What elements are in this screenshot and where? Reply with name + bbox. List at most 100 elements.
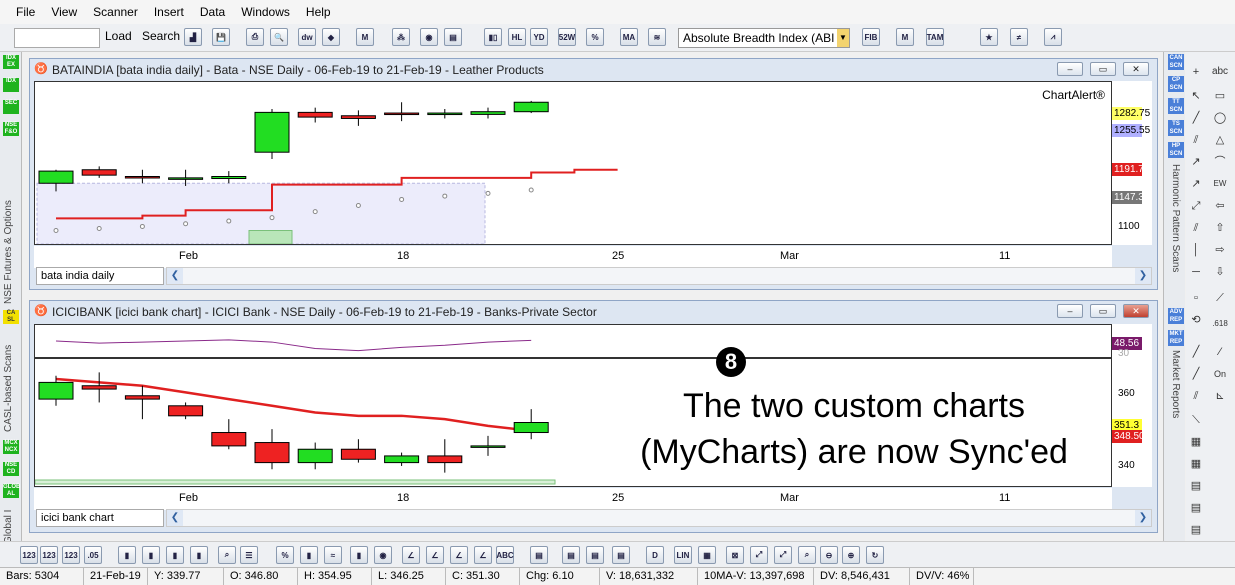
arrow-up-icon[interactable]: ⇧ (1210, 218, 1230, 238)
global-button[interactable]: GLOB AL (3, 484, 20, 498)
number-format-icon[interactable]: 123 (20, 546, 38, 564)
cycle-icon[interactable]: ⟲ (1186, 310, 1206, 330)
symbol-input[interactable] (14, 28, 100, 48)
fork-icon[interactable]: ⟋ (1210, 288, 1230, 308)
refresh-icon[interactable]: ↻ (866, 546, 884, 564)
chevron-down-icon[interactable]: ▼ (837, 29, 849, 47)
ma-icon[interactable]: MA (620, 28, 638, 46)
triangle-icon[interactable]: ⩘ (1044, 28, 1062, 46)
on-icon[interactable]: On (1210, 364, 1230, 384)
can-scn-button[interactable]: CAN SCN (1168, 54, 1184, 70)
bar-icon[interactable]: ▮ (118, 546, 136, 564)
grid-tool-icon[interactable]: ▦ (1186, 454, 1206, 474)
regression-icon[interactable]: ⟍ (1186, 410, 1206, 430)
sheet-tab[interactable]: bata india daily (36, 267, 164, 285)
table-icon[interactable]: ▦ (1186, 432, 1206, 452)
pivot-icon[interactable]: M (896, 28, 914, 46)
camera-icon[interactable]: ◉ (374, 546, 392, 564)
d-icon[interactable]: D (646, 546, 664, 564)
globe-icon[interactable]: ◉ (420, 28, 438, 46)
global-label[interactable]: Global I (3, 504, 14, 544)
menu-view[interactable]: View (43, 5, 85, 19)
chart-style-icon[interactable]: ▟ (184, 28, 202, 46)
arrow-down-icon[interactable]: ⇩ (1210, 262, 1230, 282)
minimize-button[interactable]: – (1057, 62, 1083, 76)
zoom-icon[interactable]: ⌕ (798, 546, 816, 564)
cow-icon[interactable]: TAM (926, 28, 944, 46)
52w-icon[interactable]: 52W (558, 28, 576, 46)
pitchfork-icon[interactable]: ⫽ (1186, 218, 1206, 238)
horizontal-scrollbar[interactable]: ❮ ❯ (166, 509, 1152, 527)
text-tool-icon[interactable]: abc (1210, 62, 1230, 82)
print-icon[interactable]: ⎙ (246, 28, 264, 46)
number-format-icon[interactable]: 123 (40, 546, 58, 564)
casl-button[interactable]: CA SL (3, 310, 19, 324)
mkt-rep-button[interactable]: MKT REP (1168, 330, 1184, 346)
menu-scanner[interactable]: Scanner (85, 5, 146, 19)
ray-icon[interactable]: ╱ (1186, 342, 1206, 362)
gann-icon[interactable]: ⊾ (1210, 386, 1230, 406)
ts-scn-button[interactable]: TS SCN (1168, 120, 1184, 136)
decimal-icon[interactable]: .05 (84, 546, 102, 564)
save-icon[interactable]: 💾 (212, 28, 230, 46)
rectangle-icon[interactable]: ▭ (1210, 86, 1230, 106)
search-button[interactable]: Search (142, 29, 180, 47)
expand-icon[interactable]: ⤢ (774, 546, 792, 564)
auto-fibo-icon[interactable]: FIB (862, 28, 880, 46)
menu-help[interactable]: Help (298, 5, 339, 19)
list-icon[interactable]: ▤ (1186, 476, 1206, 496)
abc-icon[interactable]: ABC (496, 546, 514, 564)
adv-rep-button[interactable]: ADV REP (1168, 308, 1184, 324)
list-view-icon[interactable]: ☰ (240, 546, 258, 564)
print-preview-icon[interactable]: 🔍 (270, 28, 288, 46)
triangle-icon[interactable]: △ (1210, 130, 1230, 150)
angle-icon[interactable]: ∠ (450, 546, 468, 564)
page-icon[interactable]: ▤ (586, 546, 604, 564)
casl-scans-label[interactable]: CASL-based Scans (3, 332, 14, 432)
angle-icon[interactable]: ∠ (402, 546, 420, 564)
line-icon[interactable]: ╱ (1186, 108, 1206, 128)
load-button[interactable]: Load (105, 29, 132, 47)
arrow-right-icon[interactable]: ⇨ (1210, 240, 1230, 260)
close-button[interactable]: ✕ (1123, 304, 1149, 318)
scroll-right-icon[interactable]: ❯ (1135, 268, 1151, 284)
expand-icon[interactable]: ⤢ (750, 546, 768, 564)
menu-insert[interactable]: Insert (146, 5, 192, 19)
arc-icon[interactable]: ⌒ (1210, 152, 1230, 172)
zoom-icon[interactable]: ⌕ (218, 546, 236, 564)
number-format-icon[interactable]: 123 (62, 546, 80, 564)
star-icon[interactable]: ★ (980, 28, 998, 46)
bar-icon[interactable]: ▮ (190, 546, 208, 564)
close-button[interactable]: ✕ (1123, 62, 1149, 76)
ellipse-icon[interactable]: ◯ (1210, 108, 1230, 128)
angle-icon[interactable]: ∠ (426, 546, 444, 564)
vertical-line-icon[interactable]: │ (1186, 240, 1206, 260)
list2-icon[interactable]: ▤ (1186, 498, 1206, 518)
indicator-select[interactable]: Absolute Breadth Index (ABI ▼ (678, 28, 850, 48)
lin-icon[interactable]: LIN (674, 546, 692, 564)
grid-icon[interactable]: ⁂ (392, 28, 410, 46)
map-icon[interactable]: M (356, 28, 374, 46)
zoom-out-icon[interactable]: ⊖ (820, 546, 838, 564)
trend-icon[interactable]: ≠ (1010, 28, 1028, 46)
ray2-icon[interactable]: ╱ (1186, 364, 1206, 384)
pointer-icon[interactable]: ↖ (1186, 86, 1206, 106)
bar-icon[interactable]: ▮ (350, 546, 368, 564)
sec-button[interactable]: SEC (3, 100, 19, 114)
scroll-right-icon[interactable]: ❯ (1135, 510, 1151, 526)
ohlc-icon[interactable]: YD (530, 28, 548, 46)
menu-windows[interactable]: Windows (233, 5, 298, 19)
channel-icon[interactable]: ⫽ (1186, 130, 1206, 150)
horizontal-scrollbar[interactable]: ❮ ❯ (166, 267, 1152, 285)
nse-cd-button[interactable]: NSE CD (3, 462, 19, 476)
cp-scn-button[interactable]: CP SCN (1168, 76, 1184, 92)
parallel-icon[interactable]: ⫽ (1186, 386, 1206, 406)
hp-scn-button[interactable]: HP SCN (1168, 142, 1184, 158)
page-icon[interactable]: ▤ (530, 546, 548, 564)
grid-icon[interactable]: ▦ (698, 546, 716, 564)
speed-line-icon[interactable]: ⁄ (1210, 342, 1230, 362)
fib-icon[interactable]: .618 (1210, 314, 1230, 334)
list3-icon[interactable]: ▤ (1186, 520, 1206, 540)
idx-ex-button[interactable]: IDX EX (3, 55, 19, 69)
scroll-left-icon[interactable]: ❮ (167, 510, 183, 526)
